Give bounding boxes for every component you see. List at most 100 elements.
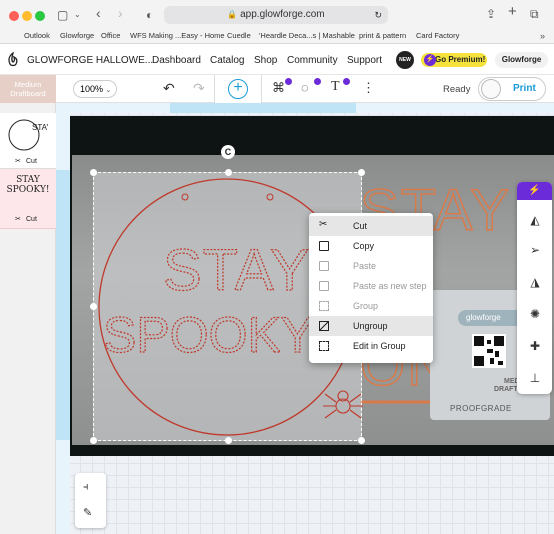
nav-dashboard[interactable]: Dashboard (152, 55, 201, 66)
add-button-wrap: + (214, 75, 262, 105)
resize-handle-nw[interactable] (90, 169, 97, 176)
minimize-window-button[interactable] (22, 11, 32, 21)
menu-item-label: Paste as new step (353, 281, 427, 291)
chevron-down-icon[interactable]: ⌄ (74, 9, 81, 21)
new-tab-icon[interactable]: + (508, 4, 517, 19)
back-icon[interactable]: ‹ (96, 6, 101, 20)
edit-group-icon (319, 341, 329, 351)
lightning-icon: ⚡ (424, 54, 436, 66)
nav-shop[interactable]: Shop (254, 55, 277, 66)
chevron-down-icon: ⌄ (105, 87, 112, 94)
undo-icon[interactable]: ↶ (163, 81, 175, 95)
send-icon[interactable]: ➢ (519, 232, 551, 268)
step-item[interactable]: STAY ✂ Cut (0, 113, 56, 169)
menu-item-label: Ungroup (353, 321, 388, 331)
bookmark-wfs[interactable]: WFS Making ...Easy - Home (130, 31, 225, 40)
nav-community[interactable]: Community (287, 55, 338, 66)
address-bar[interactable]: 🔒 app.glowforge.com ↻ (164, 6, 388, 24)
menu-item-paste-new-step[interactable]: Paste as new step (309, 276, 433, 296)
lightning-icon[interactable]: ⚡ (517, 182, 552, 200)
shapes-icon[interactable]: ◌ (301, 81, 309, 94)
forward-icon[interactable]: › (118, 6, 123, 20)
menu-item-ungroup[interactable]: Ungroup (309, 316, 433, 336)
thumb-text: STAY (32, 123, 48, 132)
bookmark-card-factory[interactable]: Card Factory (416, 31, 459, 40)
menu-item-label: Cut (353, 221, 368, 231)
step-op-label: Cut (26, 216, 37, 223)
rotate-handle-icon[interactable]: C (221, 145, 235, 159)
step-op-label: Cut (26, 158, 37, 165)
menu-item-label: Paste (353, 261, 377, 271)
reload-icon[interactable]: ↻ (374, 6, 382, 24)
context-menu: ✂ Cut Copy Paste Paste as new step Group… (309, 213, 433, 363)
copy-icon (319, 241, 329, 251)
paste-icon (319, 261, 329, 271)
align-tool-icon[interactable]: ⫞ (83, 481, 89, 494)
tabs-overview-icon[interactable]: ⧉ (530, 8, 539, 20)
bookmark-office[interactable]: Office (101, 31, 120, 40)
svg-text:SPOOKY!: SPOOKY! (103, 307, 328, 363)
bookmark-outlook[interactable]: Outlook (24, 31, 50, 40)
add-artwork-button[interactable]: + (228, 79, 248, 99)
bookmark-glowforge[interactable]: Glowforge (60, 31, 94, 40)
magic-canvas-icon[interactable]: ⌘ (272, 81, 285, 94)
resize-handle-se[interactable] (358, 437, 365, 444)
close-window-button[interactable] (9, 11, 19, 21)
bookmark-cuedle[interactable]: Cuedle (227, 31, 251, 40)
account-button[interactable]: Glowforge (495, 52, 548, 68)
text-tool-icon[interactable]: T (331, 80, 340, 94)
ruler-selection-highlight (56, 170, 70, 440)
ruler-selection-highlight (170, 103, 356, 113)
puzzle-icon[interactable]: ✚ (519, 328, 551, 364)
zoom-value: 100% (80, 84, 104, 94)
scissors-icon: ✂ (319, 219, 328, 230)
outline-icon[interactable]: ✺ (519, 296, 551, 332)
menu-item-label: Copy (353, 241, 375, 251)
glowforge-logo-icon[interactable] (6, 52, 20, 68)
more-bookmarks-icon[interactable]: » (540, 30, 545, 42)
material-label[interactable]: Medium Draftboard (0, 75, 56, 103)
sidebar-toggle-icon[interactable]: ▢ (57, 9, 68, 21)
qr-code-icon (472, 334, 506, 368)
menu-item-cut[interactable]: ✂ Cut (309, 216, 433, 236)
app-header: GLOWFORGE HALLOWE... Dashboard Catalog S… (0, 45, 554, 75)
new-badge[interactable]: NEW (396, 51, 414, 69)
share-icon[interactable]: ⇪ (486, 8, 496, 20)
shield-icon[interactable]: ◐ (146, 9, 153, 21)
svg-text:STAY: STAY (163, 238, 310, 303)
step-sidebar: STAY ✂ Cut STAY SPOOKY! ✂ Cut (0, 103, 56, 534)
print-button[interactable]: Print (478, 77, 546, 101)
menu-item-paste[interactable]: Paste (309, 256, 433, 276)
zoom-select[interactable]: 100% ⌄ (73, 80, 117, 98)
bookmark-print-pattern[interactable]: print & pattern (359, 31, 406, 40)
zoom-window-button[interactable] (35, 11, 45, 21)
browser-chrome: ▢ ⌄ ‹ › ◐ 🔒 app.glowforge.com ↻ ⇪ + ⧉ Ou… (0, 0, 554, 44)
ungroup-icon (319, 321, 329, 331)
go-premium-label: Go Premium! (435, 55, 486, 64)
menu-item-edit-in-group[interactable]: Edit in Group (309, 336, 433, 356)
ruler-tool-icon[interactable]: ✎ (83, 506, 92, 519)
resize-handle-s[interactable] (225, 437, 232, 444)
bookmark-heardle[interactable]: 'Heardle Deca...s | Mashable (259, 31, 355, 40)
align-icon[interactable]: ◮ (519, 264, 551, 300)
more-options-icon[interactable]: ⋮ (362, 81, 375, 94)
project-title[interactable]: GLOWFORGE HALLOWE... (27, 55, 153, 66)
menu-item-copy[interactable]: Copy (309, 236, 433, 256)
redo-icon[interactable]: ↷ (193, 81, 205, 95)
stamp-icon[interactable]: ⊥ (519, 360, 551, 396)
proofgrade-label: PROOFGRADE (450, 404, 512, 413)
spider-icon (323, 390, 363, 419)
nav-catalog[interactable]: Catalog (210, 55, 244, 66)
menu-item-group[interactable]: Group (309, 296, 433, 316)
print-status-icon (481, 79, 501, 99)
go-premium-button[interactable]: ⚡ Go Premium! (421, 53, 487, 67)
resize-handle-sw[interactable] (90, 437, 97, 444)
step-thumbnail: STAY (8, 119, 48, 151)
step-item-selected[interactable]: STAY SPOOKY! ✂ Cut (0, 169, 56, 229)
resize-handle-n[interactable] (225, 169, 232, 176)
premium-dot-icon (285, 78, 292, 85)
nav-support[interactable]: Support (347, 55, 382, 66)
resize-handle-ne[interactable] (358, 169, 365, 176)
menu-item-label: Group (353, 301, 379, 311)
resize-handle-w[interactable] (90, 303, 97, 310)
